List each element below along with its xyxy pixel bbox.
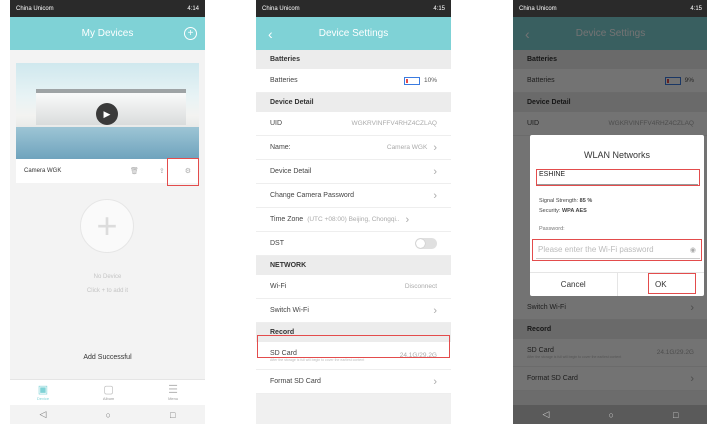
home-nav-icon[interactable]: ○ (106, 410, 111, 420)
time-zone-value: (UTC +08:00) Beijing, Chongqi.. (307, 216, 400, 223)
wifi-row: Wi-Fi Disconnect (256, 275, 451, 299)
password-label: Password: (539, 226, 565, 232)
recents-nav-icon[interactable]: □ (673, 410, 678, 420)
chevron-right-icon: › (433, 165, 437, 178)
section-record: Record (513, 320, 707, 339)
home-nav-icon[interactable]: ○ (609, 410, 614, 420)
carrier-label: China Unicom (519, 5, 557, 12)
system-nav-bar: ◁ ○ □ (10, 405, 205, 424)
page-title: Device Settings (575, 28, 646, 39)
add-device-button[interactable]: + (80, 199, 134, 253)
uid-value: WGKRVINFFV4RHZ4CZLAQ (351, 120, 437, 127)
format-sd-row[interactable]: Format SD Card › (513, 367, 707, 391)
signal-strength: Signal Strength: 85 % (539, 198, 593, 204)
device-settings-screen: China Unicom 4:15 ‹ Device Settings Batt… (256, 0, 451, 424)
uid-value: WGKRVINFFV4RHZ4CZLAQ (608, 120, 694, 127)
sd-card-note: After the storage is full will begin to … (527, 354, 622, 359)
cancel-button[interactable]: Cancel (530, 273, 618, 296)
share-icon[interactable]: ⇪ (159, 167, 165, 175)
tab-album[interactable]: ▢ Album (103, 384, 114, 401)
sd-card-note: After the storage is full will begin to … (270, 357, 365, 362)
time-label: 4:14 (187, 5, 199, 12)
time-label: 4:15 (690, 5, 702, 12)
page-title: Device Settings (318, 28, 389, 39)
chevron-right-icon: › (690, 372, 694, 385)
battery-value: 10% (423, 77, 437, 84)
page-title: My Devices (81, 28, 134, 39)
dialog-title: WLAN Networks (583, 150, 650, 160)
dst-toggle[interactable] (415, 238, 437, 249)
highlight-box (536, 169, 700, 186)
time-zone-row[interactable]: Time Zone (UTC +08:00) Beijing, Chongqi.… (256, 208, 451, 232)
battery-value: 9% (684, 77, 694, 84)
switch-wifi-row[interactable]: Switch Wi-Fi › (256, 299, 451, 323)
security-type: Security: WPA AES (539, 208, 587, 214)
add-successful-toast: Add Successful (83, 354, 132, 361)
tab-device[interactable]: ▣ Device (37, 384, 49, 401)
system-nav-bar: ◁ ○ □ (513, 405, 707, 424)
status-bar: China Unicom 4:14 (10, 0, 205, 17)
back-nav-icon[interactable]: ◁ (40, 409, 47, 420)
carrier-label: China Unicom (16, 5, 54, 12)
camera-thumbnail[interactable]: ▶ (16, 63, 199, 159)
format-sd-row[interactable]: Format SD Card › (256, 370, 451, 394)
section-batteries: Batteries (513, 50, 707, 69)
name-value: Camera WGK (386, 144, 428, 151)
sd-card-value: 24.1G/29.2G (656, 349, 694, 356)
switch-wifi-row[interactable]: Switch Wi-Fi › (513, 296, 707, 320)
battery-icon (403, 76, 420, 85)
status-bar: China Unicom 4:15 (513, 0, 707, 17)
no-device-label: No Device (93, 274, 122, 280)
album-icon: ▢ (103, 384, 114, 396)
section-batteries: Batteries (256, 50, 451, 69)
change-password-row[interactable]: Change Camera Password › (256, 184, 451, 208)
back-icon[interactable]: ‹ (525, 26, 530, 42)
batteries-row: Batteries 10% (256, 69, 451, 93)
click-to-add-label: Click + to add it (86, 288, 129, 294)
camera-name: Camera WGK (24, 168, 62, 174)
back-nav-icon[interactable]: ◁ (543, 409, 550, 420)
time-label: 4:15 (433, 5, 445, 12)
menu-icon: ☰ (168, 384, 178, 396)
wlan-dialog: WLAN Networks ESHINE Signal Strength: 85… (530, 135, 704, 296)
batteries-row: Batteries 9% (513, 69, 707, 93)
highlight-box (257, 335, 450, 358)
device-detail-row[interactable]: Device Detail › (256, 160, 451, 184)
tab-bar: ▣ Device ▢ Album ☰ Menu (10, 379, 205, 405)
status-bar: China Unicom 4:15 (256, 0, 451, 17)
wifi-status: Disconnect (404, 283, 437, 290)
highlight-box (532, 239, 702, 261)
recents-nav-icon[interactable]: □ (170, 410, 175, 420)
chevron-right-icon: › (433, 189, 437, 202)
sd-card-row: SD Card After the storage is full will be… (513, 339, 707, 367)
section-network: NETWORK (256, 256, 451, 275)
highlight-box (167, 158, 199, 186)
uid-row: UID WGKRVINFFV4RHZ4CZLAQ (513, 112, 707, 136)
section-device-detail: Device Detail (513, 93, 707, 112)
title-bar: My Devices + (10, 17, 205, 50)
dst-row: DST (256, 232, 451, 256)
wlan-dialog-screen: China Unicom 4:15 ‹ Device Settings Batt… (513, 0, 707, 424)
chevron-right-icon: › (690, 301, 694, 314)
battery-icon (664, 76, 681, 85)
device-icon: ▣ (37, 384, 49, 396)
back-icon[interactable]: ‹ (268, 26, 273, 42)
section-device-detail: Device Detail (256, 93, 451, 112)
play-icon[interactable]: ▶ (96, 103, 118, 125)
delete-icon[interactable]: 🗑 (130, 167, 139, 175)
chevron-right-icon: › (433, 304, 437, 317)
tab-menu[interactable]: ☰ Menu (168, 384, 178, 401)
carrier-label: China Unicom (262, 5, 300, 12)
highlight-box (648, 273, 696, 294)
uid-row: UID WGKRVINFFV4RHZ4CZLAQ (256, 112, 451, 136)
my-devices-screen: China Unicom 4:14 My Devices + ▶ Camera … (10, 0, 205, 424)
chevron-right-icon: › (405, 213, 410, 226)
chevron-right-icon: › (433, 141, 437, 154)
title-bar: ‹ Device Settings (256, 17, 451, 50)
name-row[interactable]: Name: Camera WGK › (256, 136, 451, 160)
add-device-icon[interactable]: + (184, 27, 197, 40)
title-bar: ‹ Device Settings (513, 17, 707, 50)
chevron-right-icon: › (433, 375, 437, 388)
